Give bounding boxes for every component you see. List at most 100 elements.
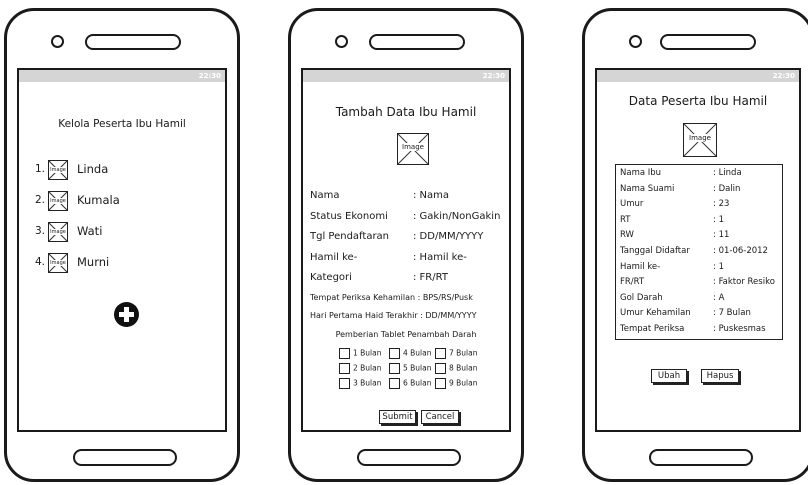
checkbox-label: 4 Bulan [403,348,432,358]
list-item-image: Image [48,222,68,242]
detail-label: Tempat Periksa [620,324,685,334]
tablet-checkbox[interactable]: 3 Bulan [339,378,382,389]
detail-row: Tempat Periksa: Puskesmas [620,324,780,338]
cancel-button[interactable]: Cancel [421,410,459,424]
checkbox-box[interactable] [435,348,446,359]
checkbox-box[interactable] [435,363,446,374]
detail-row: Nama Suami : Dalin [620,184,780,198]
screen-data: 22:30 Data Peserta Ibu Hamil Image Nama … [595,68,801,432]
delete-button[interactable]: Hapus [701,369,739,383]
detail-label: Hamil ke- [620,261,661,272]
detail-label: Umur [620,199,644,210]
field-label: Kategori [310,272,352,283]
speaker-grille [660,34,756,50]
tablet-checkbox[interactable]: 5 Bulan [389,363,432,374]
list-item-name: Wati [77,224,103,238]
page-title: Data Peserta Ibu Hamil [628,94,768,108]
detail-row: Tanggal Didaftar : 01-06-2012 [620,246,780,260]
status-bar: 22:30 [19,70,225,82]
checkbox-label: 6 Bulan [403,378,432,388]
tablet-checkbox[interactable]: 7 Bulan [435,348,478,359]
submit-button[interactable]: Submit [379,410,416,424]
edit-button[interactable]: Ubah [651,369,687,383]
home-button[interactable] [357,449,461,466]
list-item[interactable]: 1. Image Linda [35,160,175,180]
field-label: Status Ekonomi [310,210,388,222]
speaker-grille [85,34,181,50]
tempat-periksa-field[interactable]: Tempat Periksa Kehamilan : BPS/RS/Pusk [310,293,473,302]
plus-circle-icon [119,307,134,322]
checkbox-label: 7 Bulan [449,348,478,358]
checkbox-label: 9 Bulan [449,378,478,388]
image-label: Image [684,134,716,142]
detail-label: Nama Ibu [620,168,662,178]
add-peserta-button[interactable] [114,302,139,327]
checkbox-box[interactable] [435,378,446,389]
detail-row: Hamil ke-: 1 [620,262,780,276]
form-row[interactable]: Tgl Pendaftaran: DD/MM/YYYY [310,231,509,247]
status-bar: 22:30 [597,70,799,82]
image-label: Image [49,260,67,266]
detail-row: Umur Kehamilan : 7 Bulan [620,308,780,322]
list-item-name: Murni [77,255,110,269]
form-row[interactable]: Hamil ke-: Hamil ke- [310,251,509,268]
form-row[interactable]: Kategori: FR/RT [310,272,509,288]
screen-kelola: 22:30 Kelola Peserta Ibu Hamil 1. Image Li… [17,68,227,432]
speaker-grille [369,34,465,50]
form-row[interactable]: Status Ekonomi : Gakin/NonGakin [310,210,509,227]
tablet-checkbox[interactable]: 1 Bulan [339,348,382,359]
field-value: : Nama [413,190,450,201]
detail-value: : 7 Bulan [713,308,751,319]
checkbox-label: 8 Bulan [449,363,478,373]
detail-value: : 01-06-2012 [713,246,768,256]
status-time: 22:30 [772,72,795,80]
detail-label: Gol Darah [620,292,663,303]
detail-value: : Faktor Resiko [713,277,775,288]
tablet-section-title: Pemberian Tablet Penambah Darah [335,330,477,339]
checkbox-box[interactable] [339,363,350,374]
detail-label: Nama Suami [620,183,675,194]
camera-icon [51,35,64,48]
list-item-number: 3. [35,225,46,237]
detail-label: Umur Kehamilan [620,308,691,319]
image-label: Image [49,198,67,204]
detail-row: Umur : 23 [620,199,780,213]
field-value: : Gakin/NonGakin [413,210,501,222]
detail-value: : Dalin [713,183,741,194]
camera-icon [629,35,642,48]
field-label: Hamil ke- [310,251,358,263]
checkbox-box[interactable] [339,348,350,359]
tablet-checkbox[interactable]: 4 Bulan [389,348,432,359]
tablet-checkbox[interactable]: 6 Bulan [389,378,432,389]
tablet-checkbox[interactable]: 8 Bulan [435,363,478,374]
list-item[interactable]: 2. Image Kumala [35,191,175,211]
checkbox-box[interactable] [389,363,400,374]
list-item-name: Linda [77,162,109,176]
detail-value: : Linda [713,168,742,178]
page-title: Tambah Data Ibu Hamil [335,105,477,119]
detail-value: : 23 [713,199,730,210]
home-button[interactable] [73,449,177,466]
detail-label: RW [620,230,634,241]
checkbox-box[interactable] [389,378,400,389]
camera-icon [335,35,348,48]
list-item[interactable]: 3. Image Wati [35,222,175,242]
image-label: Image [49,167,67,173]
tablet-checkbox[interactable]: 9 Bulan [435,378,478,389]
checkbox-box[interactable] [389,348,400,359]
image-label: Image [49,229,67,235]
form-row[interactable]: Nama: Nama [310,190,509,206]
detail-label: RT [620,214,631,225]
list-item-number: 2. [35,194,46,206]
checkbox-box[interactable] [339,378,350,389]
hari-pertama-haid-field[interactable]: Hari Pertama Haid Terakhir : DD/MM/YYYY [310,311,476,320]
home-button[interactable] [649,449,753,466]
detail-value: : 1 [713,214,724,225]
status-bar: 22:30 [303,70,509,82]
tablet-checkbox[interactable]: 2 Bulan [339,363,382,374]
detail-row: RW: 11 [620,230,780,244]
detail-label: Tanggal Didaftar [620,246,690,256]
image-label: Image [398,143,428,151]
phone-frame-tambah: 22:30 Tambah Data Ibu Hamil Image Nama: … [288,8,524,482]
list-item[interactable]: 4. Image Murni [35,253,175,273]
